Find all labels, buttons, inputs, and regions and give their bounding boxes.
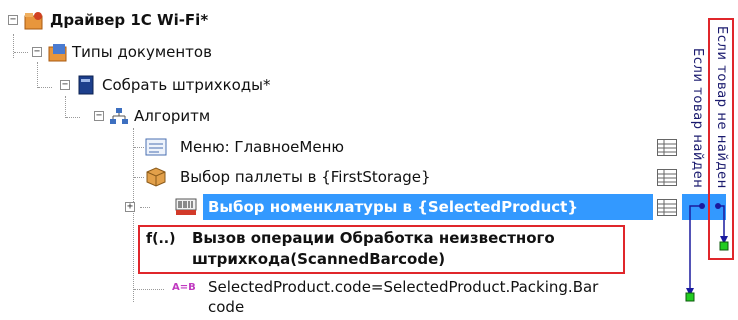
tree-connector [37, 62, 38, 88]
tree-node-label-line2: code [208, 298, 245, 316]
tree-node-root[interactable]: − Драйвер 1С Wi-Fi* [6, 7, 406, 33]
transition-arrow-found [689, 205, 702, 292]
tree-node-label: Драйвер 1С Wi-Fi* [50, 11, 209, 29]
properties-grid-icon[interactable] [657, 169, 677, 186]
assignment-icon: A=B [172, 282, 196, 293]
box-icon [144, 165, 166, 187]
tree-node-step-menu[interactable]: Меню: ГлавноеМеню [144, 134, 684, 160]
tree-node-label: Меню: ГлавноеМеню [180, 138, 345, 156]
properties-grid-icon[interactable] [657, 139, 677, 156]
tree-connector [13, 34, 14, 58]
collapse-icon[interactable]: − [60, 80, 70, 90]
tree-node-label: Типы документов [72, 43, 212, 61]
tree-node-algorithm[interactable]: − Алгоритм [92, 103, 392, 129]
tree-node-label: Выбор паллеты в {FirstStorage} [180, 168, 431, 186]
collapse-icon[interactable]: − [94, 111, 104, 121]
tree-node-step-assignment[interactable]: A=B SelectedProduct.code=SelectedProduct… [172, 276, 692, 320]
expand-icon[interactable]: + [125, 202, 135, 212]
tree-connector [134, 289, 164, 290]
tree-connector [133, 128, 134, 302]
tree-node-label: Собрать штрихкоды* [102, 76, 271, 94]
book-icon [75, 74, 97, 96]
tree-node-collect-barcodes[interactable]: − Собрать штрихкоды* [58, 72, 458, 98]
tree-connector [65, 96, 66, 118]
tree-connector [66, 117, 80, 118]
tree-connector [140, 207, 150, 208]
tree-node-label: Выбор номенклатуры в {SelectedProduct} [208, 198, 578, 216]
tree-node-doc-types[interactable]: − Типы документов [30, 39, 430, 65]
hierarchy-icon [108, 106, 130, 128]
tree-connector [134, 147, 144, 148]
barcode-scanner-icon [174, 196, 197, 218]
tree-node-step-select-product[interactable]: Выбор номенклатуры в {SelectedProduct} [174, 194, 654, 220]
highlight-frame-transition [708, 18, 734, 260]
tree-connector [14, 52, 28, 53]
gear-folder-icon [23, 9, 45, 31]
tree-node-label: Алгоритм [134, 107, 211, 125]
tree-connector [134, 177, 144, 178]
collapse-icon[interactable]: − [8, 15, 18, 25]
algorithm-tree: − Драйвер 1С Wi-Fi* − Типы документов − … [0, 0, 738, 316]
tree-node-label-line1: SelectedProduct.code=SelectedProduct.Pac… [208, 278, 599, 296]
tree-node-step-pallet[interactable]: Выбор паллеты в {FirstStorage} [144, 164, 684, 190]
collapse-icon[interactable]: − [32, 47, 42, 57]
properties-grid-icon[interactable] [657, 199, 677, 216]
highlight-frame [138, 225, 625, 274]
menu-icon [144, 136, 167, 158]
arrow-start-dot [699, 203, 705, 209]
folder-documents-icon [47, 41, 69, 63]
tree-connector [38, 87, 52, 88]
transition-label-found: Если товар найден [690, 48, 705, 189]
target-node [685, 292, 695, 302]
